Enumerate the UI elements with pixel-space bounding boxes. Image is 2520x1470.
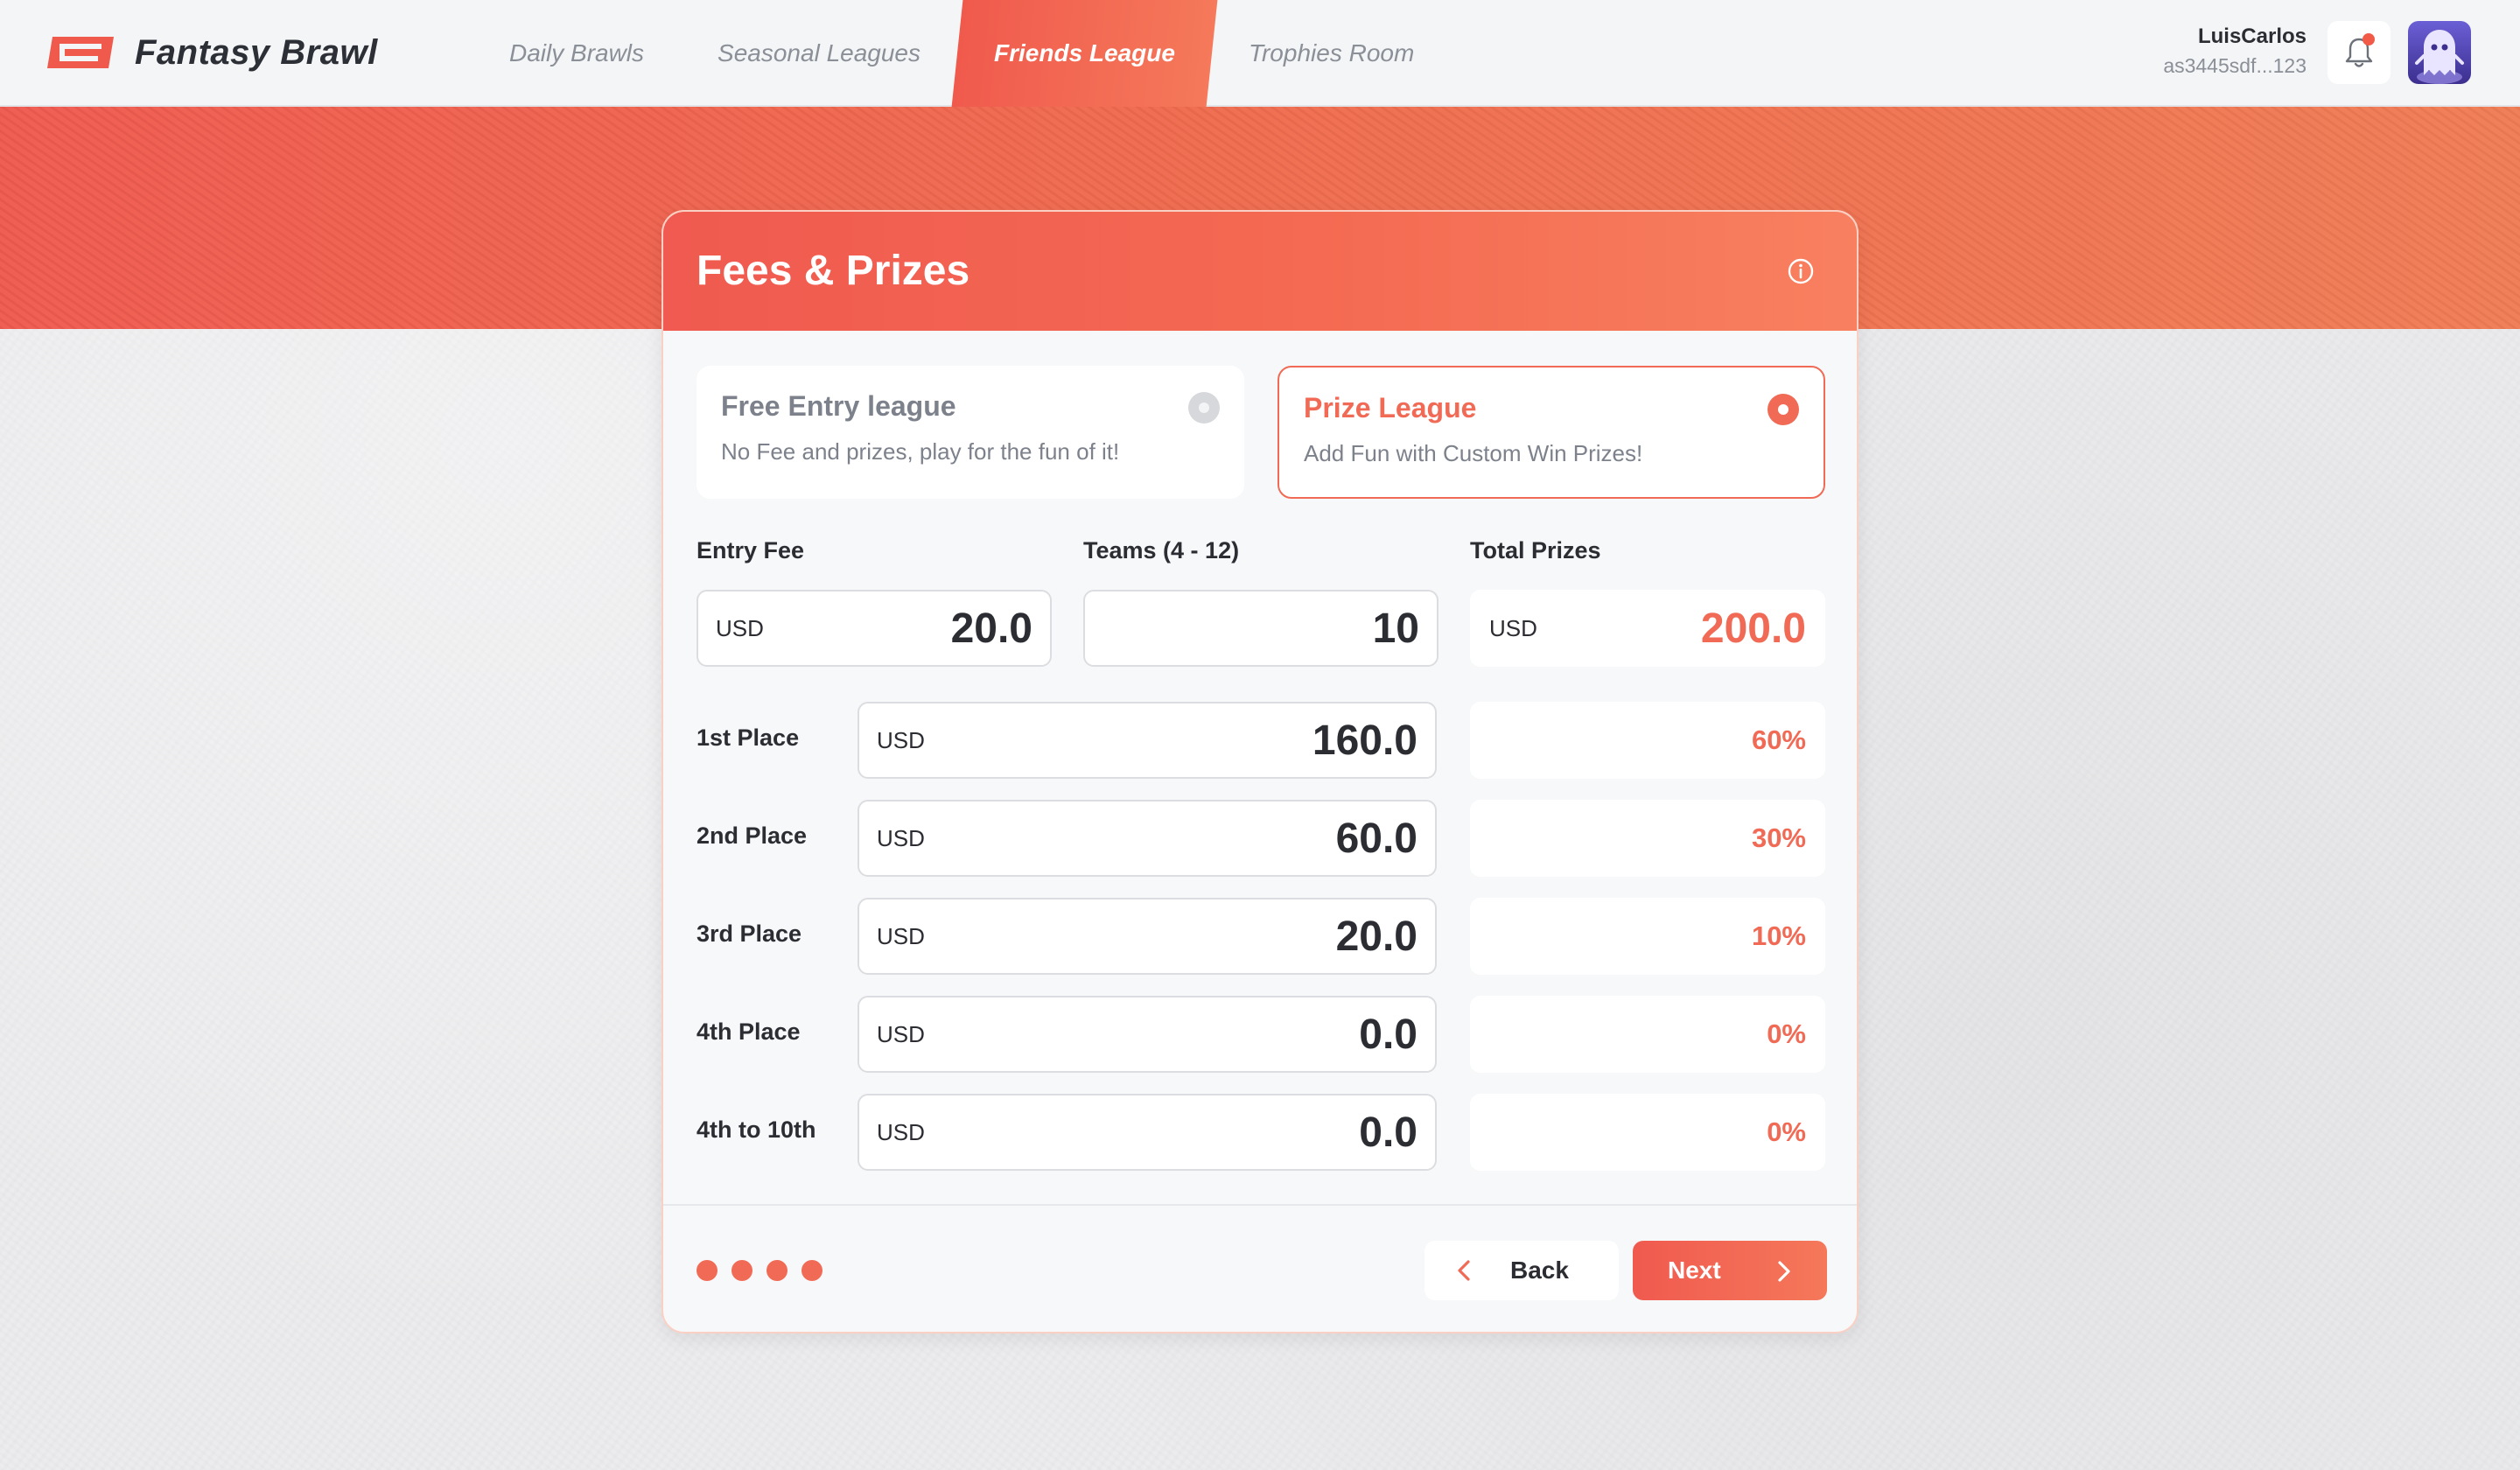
place-percent-field[interactable]: 10% xyxy=(1470,898,1825,975)
card-header: Fees & Prizes xyxy=(663,212,1857,331)
fees-prizes-card: Fees & Prizes Free Entry league No Fee a… xyxy=(662,210,1858,1334)
place-amount-input[interactable]: USD 60.0 xyxy=(858,800,1437,877)
place-percent-value: 30% xyxy=(1751,822,1806,853)
user-info[interactable]: LuisCarlos as3445sdf...123 xyxy=(2163,24,2306,78)
user-name: LuisCarlos xyxy=(2197,24,2306,48)
entry-fee-input[interactable]: USD 20.0 xyxy=(696,590,1052,667)
place-amount-value: 0.0 xyxy=(1359,1011,1418,1058)
currency-label: USD xyxy=(877,726,925,753)
notification-badge xyxy=(2362,33,2375,46)
footer-divider xyxy=(663,1204,1857,1206)
tab-label: Seasonal Leagues xyxy=(718,39,921,66)
step-indicator xyxy=(696,1260,822,1281)
back-button[interactable]: Back xyxy=(1424,1241,1619,1300)
prize-league-radio[interactable] xyxy=(1768,394,1799,425)
total-prizes-label: Total Prizes xyxy=(1470,537,1601,564)
tab-label: Friends League xyxy=(994,39,1175,66)
chevron-left-icon xyxy=(1458,1260,1470,1281)
app-name: Fantasy Brawl xyxy=(135,32,378,72)
entry-fee-value: 20.0 xyxy=(950,605,1032,652)
tab-seasonal-leagues[interactable]: Seasonal Leagues xyxy=(681,0,957,107)
place-amount-input[interactable]: USD 0.0 xyxy=(858,996,1437,1073)
option-subtitle: Add Fun with Custom Win Prizes! xyxy=(1304,440,1643,466)
tab-trophies-room[interactable]: Trophies Room xyxy=(1212,0,1451,107)
teams-value: 10 xyxy=(1372,605,1419,652)
user-id: as3445sdf...123 xyxy=(2163,54,2306,77)
notifications-button[interactable] xyxy=(2328,21,2390,84)
free-entry-radio[interactable] xyxy=(1188,392,1220,424)
main-nav: Daily Brawls Seasonal Leagues Friends Le… xyxy=(472,0,1451,107)
place-percent-value: 0% xyxy=(1767,1018,1806,1049)
place-amount-value: 0.0 xyxy=(1359,1109,1418,1156)
place-percent-value: 60% xyxy=(1751,724,1806,755)
step-dot xyxy=(696,1260,718,1281)
tab-daily-brawls[interactable]: Daily Brawls xyxy=(472,0,681,107)
free-entry-option[interactable]: Free Entry league No Fee and prizes, pla… xyxy=(696,366,1244,499)
teams-input[interactable]: 10 xyxy=(1083,590,1438,667)
place-amount-value: 20.0 xyxy=(1335,913,1418,960)
tab-friends-league[interactable]: Friends League xyxy=(957,0,1212,107)
place-label: 1st Place xyxy=(696,724,800,751)
place-label: 4th Place xyxy=(696,1018,801,1045)
place-amount-input[interactable]: USD 160.0 xyxy=(858,702,1437,779)
place-amount-value: 60.0 xyxy=(1335,815,1418,862)
option-title: Prize League xyxy=(1304,392,1477,424)
place-amount-value: 160.0 xyxy=(1312,717,1418,764)
chevron-right-icon xyxy=(1778,1261,1790,1282)
total-prizes-field: USD 200.0 xyxy=(1470,590,1825,667)
step-dot xyxy=(732,1260,752,1281)
place-amount-input[interactable]: USD 20.0 xyxy=(858,898,1437,975)
place-label: 2nd Place xyxy=(696,822,808,849)
logo[interactable]: Fantasy Brawl xyxy=(47,32,378,74)
currency-label: USD xyxy=(716,614,764,641)
step-dot xyxy=(802,1260,822,1281)
info-icon[interactable] xyxy=(1787,257,1815,285)
back-label: Back xyxy=(1510,1256,1569,1284)
avatar[interactable] xyxy=(2408,21,2471,84)
card-title: Fees & Prizes xyxy=(696,248,970,294)
place-label: 4th to 10th xyxy=(696,1116,816,1143)
option-title: Free Entry league xyxy=(721,390,956,422)
currency-label: USD xyxy=(877,1020,925,1047)
currency-label: USD xyxy=(1489,614,1537,641)
next-label: Next xyxy=(1668,1256,1721,1284)
place-percent-field[interactable]: 0% xyxy=(1470,1094,1825,1171)
place-percent-field[interactable]: 30% xyxy=(1470,800,1825,877)
prize-league-option[interactable]: Prize League Add Fun with Custom Win Pri… xyxy=(1278,366,1825,499)
place-percent-field[interactable]: 60% xyxy=(1470,702,1825,779)
place-percent-field[interactable]: 0% xyxy=(1470,996,1825,1073)
place-amount-input[interactable]: USD 0.0 xyxy=(858,1094,1437,1171)
tab-label: Trophies Room xyxy=(1248,39,1415,66)
place-percent-value: 10% xyxy=(1751,920,1806,951)
top-nav-bar: Fantasy Brawl Daily Brawls Seasonal Leag… xyxy=(0,0,2520,107)
place-label: 3rd Place xyxy=(696,920,802,947)
ghost-avatar-icon xyxy=(2415,30,2464,84)
total-prizes-value: 200.0 xyxy=(1700,605,1806,652)
tab-label: Daily Brawls xyxy=(509,39,645,66)
step-dot xyxy=(766,1260,788,1281)
option-subtitle: No Fee and prizes, play for the fun of i… xyxy=(721,438,1120,465)
currency-label: USD xyxy=(877,922,925,949)
fantasy-brawl-logo-icon xyxy=(47,37,114,68)
teams-label: Teams (4 - 12) xyxy=(1083,537,1240,564)
currency-label: USD xyxy=(877,824,925,851)
entry-fee-label: Entry Fee xyxy=(696,537,805,564)
currency-label: USD xyxy=(877,1118,925,1145)
next-button[interactable]: Next xyxy=(1633,1241,1827,1300)
place-percent-value: 0% xyxy=(1767,1116,1806,1147)
